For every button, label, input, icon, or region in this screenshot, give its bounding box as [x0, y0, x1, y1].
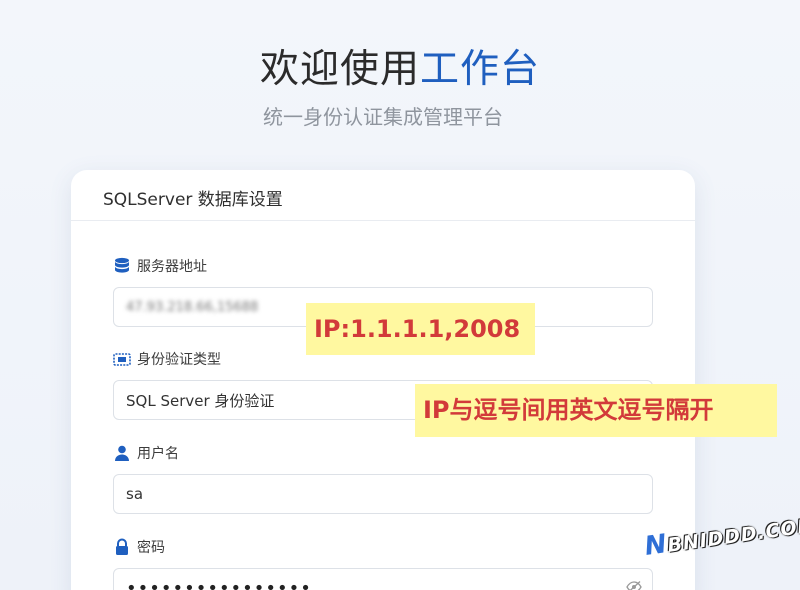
username-input[interactable]: sa — [113, 474, 653, 514]
page-title-accent: 工作台 — [420, 47, 541, 92]
page-title-main: 欢迎使用 — [259, 47, 420, 92]
annotation-ip-format: IP:1.1.1.1,2008 — [306, 303, 535, 355]
annotation-comma-hint: IP与逗号间用英文逗号隔开 — [415, 384, 777, 437]
auth-type-label: 身份验证类型 — [113, 349, 221, 369]
server-address-label: 服务器地址 — [113, 256, 207, 276]
password-label: 密码 — [113, 537, 165, 557]
page-subtitle: 统一身份认证集成管理平台 — [263, 105, 503, 129]
username-label: 用户名 — [113, 443, 179, 463]
id-card-icon — [113, 350, 131, 368]
lock-icon — [113, 538, 131, 556]
db-settings-card: SQLServer 数据库设置 服务器地址 47.93.218.66,15688… — [71, 170, 695, 590]
database-icon — [113, 257, 131, 275]
user-icon — [113, 444, 131, 462]
page-title: 欢迎使用工作台 — [0, 38, 800, 94]
eye-hidden-icon[interactable] — [626, 580, 642, 590]
password-input[interactable]: •••••••••••••••• — [113, 568, 653, 590]
card-header: SQLServer 数据库设置 — [71, 170, 695, 221]
